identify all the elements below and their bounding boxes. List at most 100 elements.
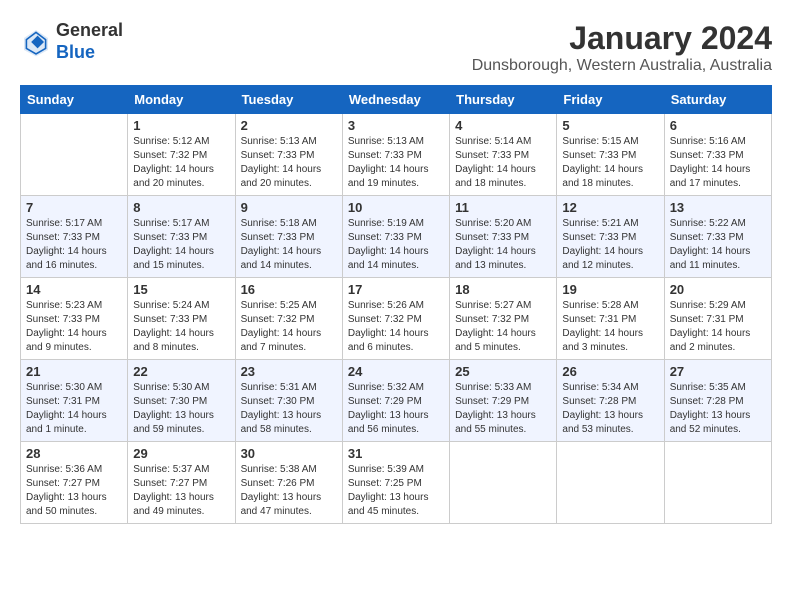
calendar-cell: 7Sunrise: 5:17 AM Sunset: 7:33 PM Daylig… [21,196,128,278]
day-number: 4 [455,118,551,133]
day-info: Sunrise: 5:31 AM Sunset: 7:30 PM Dayligh… [241,381,337,437]
day-number: 19 [562,282,658,297]
title-block: January 2024 Dunsborough, Western Austra… [472,20,772,75]
calendar-cell [21,114,128,196]
day-info: Sunrise: 5:33 AM Sunset: 7:29 PM Dayligh… [455,381,551,437]
day-info: Sunrise: 5:25 AM Sunset: 7:32 PM Dayligh… [241,299,337,355]
header-saturday: Saturday [664,86,771,114]
day-info: Sunrise: 5:26 AM Sunset: 7:32 PM Dayligh… [348,299,444,355]
day-number: 10 [348,200,444,215]
calendar-cell: 17Sunrise: 5:26 AM Sunset: 7:32 PM Dayli… [342,278,449,360]
calendar-cell: 14Sunrise: 5:23 AM Sunset: 7:33 PM Dayli… [21,278,128,360]
day-number: 22 [133,364,229,379]
header-sunday: Sunday [21,86,128,114]
day-info: Sunrise: 5:32 AM Sunset: 7:29 PM Dayligh… [348,381,444,437]
day-number: 3 [348,118,444,133]
day-info: Sunrise: 5:12 AM Sunset: 7:32 PM Dayligh… [133,135,229,191]
day-info: Sunrise: 5:16 AM Sunset: 7:33 PM Dayligh… [670,135,766,191]
day-info: Sunrise: 5:13 AM Sunset: 7:33 PM Dayligh… [348,135,444,191]
calendar-cell: 11 Sunrise: 5:20 AM Sunset: 7:33 PM Dayli… [450,196,557,278]
day-info: Sunrise: 5:18 AM Sunset: 7:33 PM Dayligh… [241,217,337,273]
day-info: Sunrise: 5:35 AM Sunset: 7:28 PM Dayligh… [670,381,766,437]
day-info: Sunrise: 5:38 AM Sunset: 7:26 PM Dayligh… [241,463,337,519]
header-wednesday: Wednesday [342,86,449,114]
day-info: Sunrise: 5:30 AM Sunset: 7:30 PM Dayligh… [133,381,229,437]
calendar-cell [557,442,664,524]
calendar-cell: 26 Sunrise: 5:34 AM Sunset: 7:28 PM Dayli… [557,360,664,442]
calendar-week-row: 1Sunrise: 5:12 AM Sunset: 7:32 PM Daylig… [21,114,772,196]
calendar-cell: 9 Sunrise: 5:18 AM Sunset: 7:33 PM Daylig… [235,196,342,278]
day-number: 5 [562,118,658,133]
day-info: Sunrise: 5:13 AM Sunset: 7:33 PM Dayligh… [241,135,337,191]
calendar-cell: 13 Sunrise: 5:22 AM Sunset: 7:33 PM Dayli… [664,196,771,278]
day-info: Sunrise: 5:30 AM Sunset: 7:31 PM Dayligh… [26,381,122,437]
logo-text: General Blue [56,20,123,63]
header-thursday: Thursday [450,86,557,114]
day-info: Sunrise: 5:39 AM Sunset: 7:25 PM Dayligh… [348,463,444,519]
calendar-cell [664,442,771,524]
header-friday: Friday [557,86,664,114]
calendar-cell: 27 Sunrise: 5:35 AM Sunset: 7:28 PM Dayli… [664,360,771,442]
day-number: 26 [562,364,658,379]
calendar-cell: 24 Sunrise: 5:32 AM Sunset: 7:29 PM Dayli… [342,360,449,442]
calendar-cell: 28 Sunrise: 5:36 AM Sunset: 7:27 PM Dayli… [21,442,128,524]
logo-icon [20,26,52,58]
day-number: 9 [241,200,337,215]
day-info: Sunrise: 5:14 AM Sunset: 7:33 PM Dayligh… [455,135,551,191]
day-number: 30 [241,446,337,461]
day-number: 25 [455,364,551,379]
calendar-cell: 6Sunrise: 5:16 AM Sunset: 7:33 PM Daylig… [664,114,771,196]
day-number: 13 [670,200,766,215]
calendar-cell: 19 Sunrise: 5:28 AM Sunset: 7:31 PM Dayli… [557,278,664,360]
day-info: Sunrise: 5:22 AM Sunset: 7:33 PM Dayligh… [670,217,766,273]
day-number: 7 [26,200,122,215]
day-number: 21 [26,364,122,379]
calendar-cell: 20Sunrise: 5:29 AM Sunset: 7:31 PM Dayli… [664,278,771,360]
day-number: 18 [455,282,551,297]
day-info: Sunrise: 5:20 AM Sunset: 7:33 PM Dayligh… [455,217,551,273]
calendar-cell: 23 Sunrise: 5:31 AM Sunset: 7:30 PM Dayli… [235,360,342,442]
day-number: 31 [348,446,444,461]
day-info: Sunrise: 5:21 AM Sunset: 7:33 PM Dayligh… [562,217,658,273]
calendar-cell: 31 Sunrise: 5:39 AM Sunset: 7:25 PM Dayli… [342,442,449,524]
calendar-week-row: 28 Sunrise: 5:36 AM Sunset: 7:27 PM Dayli… [21,442,772,524]
day-info: Sunrise: 5:36 AM Sunset: 7:27 PM Dayligh… [26,463,122,519]
day-number: 24 [348,364,444,379]
calendar-cell: 3 Sunrise: 5:13 AM Sunset: 7:33 PM Daylig… [342,114,449,196]
calendar-cell: 18 Sunrise: 5:27 AM Sunset: 7:32 PM Dayli… [450,278,557,360]
calendar-cell: 16Sunrise: 5:25 AM Sunset: 7:32 PM Dayli… [235,278,342,360]
day-number: 27 [670,364,766,379]
day-info: Sunrise: 5:23 AM Sunset: 7:33 PM Dayligh… [26,299,122,355]
calendar-week-row: 14Sunrise: 5:23 AM Sunset: 7:33 PM Dayli… [21,278,772,360]
day-info: Sunrise: 5:37 AM Sunset: 7:27 PM Dayligh… [133,463,229,519]
day-info: Sunrise: 5:17 AM Sunset: 7:33 PM Dayligh… [133,217,229,273]
day-info: Sunrise: 5:27 AM Sunset: 7:32 PM Dayligh… [455,299,551,355]
calendar-week-row: 7 Sunrise: 5:17 AM Sunset: 7:33 PM Daylig… [21,196,772,278]
day-number: 8 [133,200,229,215]
day-info: Sunrise: 5:28 AM Sunset: 7:31 PM Dayligh… [562,299,658,355]
calendar-cell [450,442,557,524]
month-year-title: January 2024 [472,20,772,57]
day-info: Sunrise: 5:15 AM Sunset: 7:33 PM Dayligh… [562,135,658,191]
location-subtitle: Dunsborough, Western Australia, Australi… [472,57,772,75]
calendar-cell: 8 Sunrise: 5:17 AM Sunset: 7:33 PM Daylig… [128,196,235,278]
page-header: General Blue January 2024 Dunsborough, W… [20,20,772,75]
day-number: 2 [241,118,337,133]
day-number: 15 [133,282,229,297]
header-tuesday: Tuesday [235,86,342,114]
day-number: 28 [26,446,122,461]
calendar-header-row: SundayMondayTuesdayWednesdayThursdayFrid… [21,86,772,114]
day-number: 12 [562,200,658,215]
calendar-cell: 4 Sunrise: 5:14 AM Sunset: 7:33 PM Daylig… [450,114,557,196]
calendar-week-row: 21 Sunrise: 5:30 AM Sunset: 7:31 PM Dayli… [21,360,772,442]
day-info: Sunrise: 5:34 AM Sunset: 7:28 PM Dayligh… [562,381,658,437]
calendar-cell: 12 Sunrise: 5:21 AM Sunset: 7:33 PM Dayli… [557,196,664,278]
calendar-cell: 2 Sunrise: 5:13 AM Sunset: 7:33 PM Daylig… [235,114,342,196]
day-info: Sunrise: 5:24 AM Sunset: 7:33 PM Dayligh… [133,299,229,355]
day-number: 11 [455,200,551,215]
calendar-cell: 10Sunrise: 5:19 AM Sunset: 7:33 PM Dayli… [342,196,449,278]
day-number: 23 [241,364,337,379]
header-monday: Monday [128,86,235,114]
day-number: 20 [670,282,766,297]
logo: General Blue [20,20,123,63]
